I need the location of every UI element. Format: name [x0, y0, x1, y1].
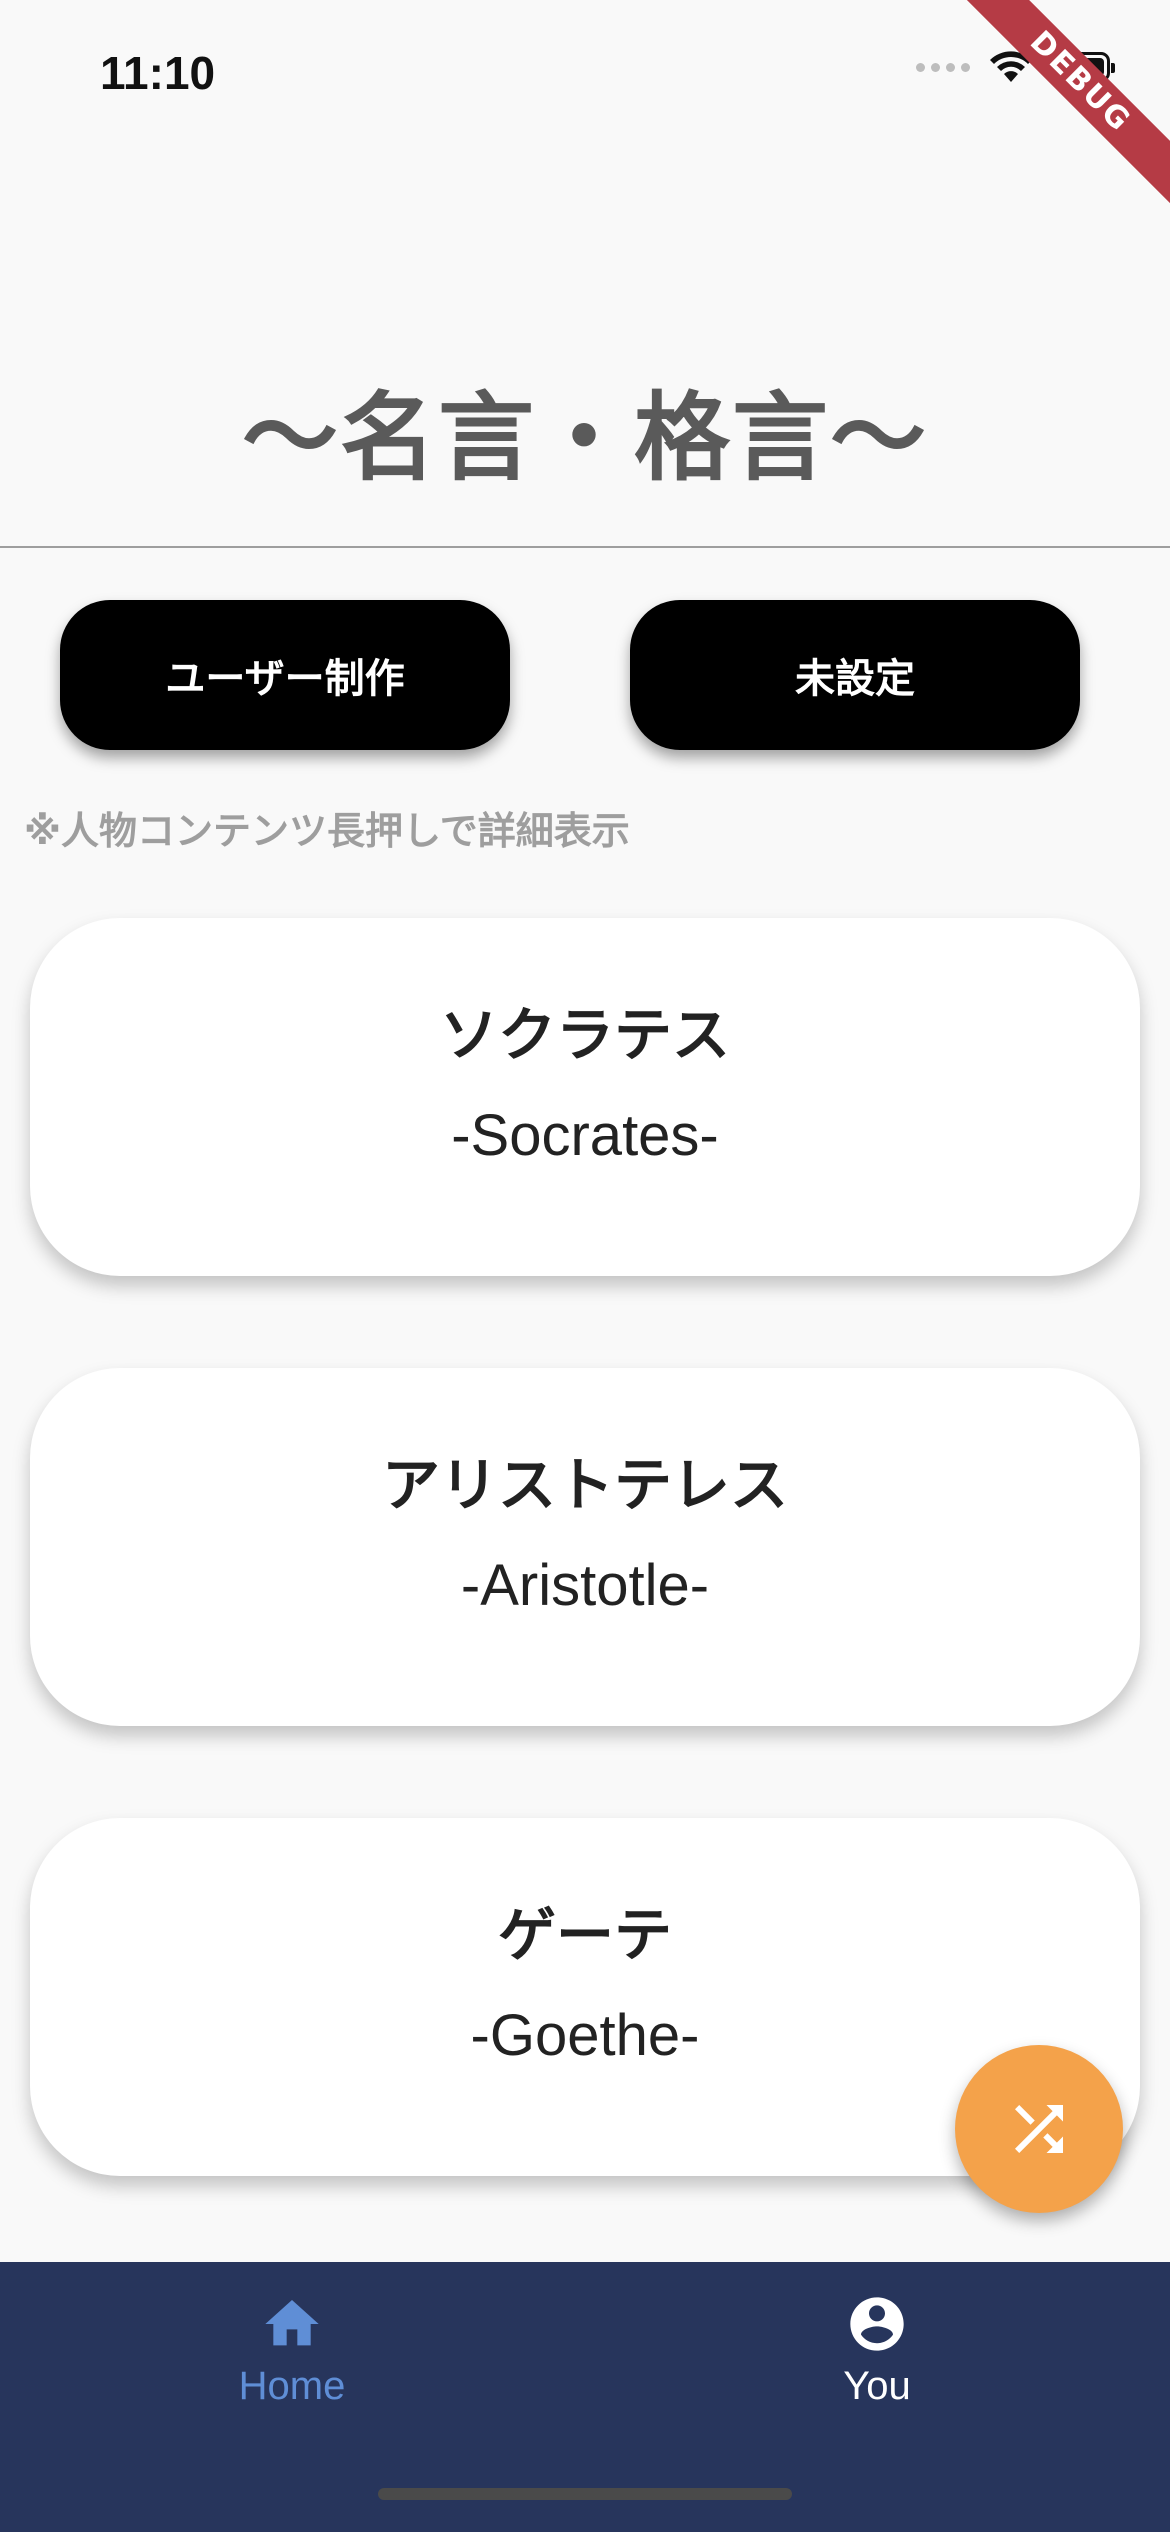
home-icon — [265, 2300, 319, 2346]
hint-text: ※人物コンテンツ長押しで詳細表示 — [24, 809, 630, 853]
nav-home[interactable]: Home — [142, 2292, 442, 2409]
debug-banner: DEBUG — [937, 0, 1170, 225]
person-card-aristotle[interactable]: アリストテレス -Aristotle- — [30, 1368, 1140, 1726]
nav-home-label: Home — [238, 2364, 346, 2408]
nav-you-label: You — [843, 2364, 911, 2408]
person-card-socrates[interactable]: ソクラテス -Socrates- — [30, 918, 1140, 1276]
shuffle-button[interactable] — [955, 2045, 1123, 2213]
shuffle-icon — [1015, 2105, 1063, 2153]
home-indicator — [378, 2488, 792, 2500]
person-name: ソクラテス — [439, 1001, 730, 1069]
user-created-button[interactable]: ユーザー制作 — [60, 600, 510, 750]
title-divider — [0, 546, 1170, 548]
status-time: 11:10 — [100, 47, 216, 99]
person-english-name: -Goethe- — [470, 2003, 700, 2068]
signal-icon — [916, 62, 970, 72]
unset-button[interactable]: 未設定 — [630, 600, 1080, 750]
app-screen: 11:10 DEBUG 〜名言・格言〜 ユーザー制作 未設定 ※人物コンテンツ長… — [0, 0, 1170, 2532]
page-title: 〜名言・格言〜 — [242, 382, 928, 494]
person-english-name: -Socrates- — [451, 1103, 719, 1168]
person-name: ゲーテ — [497, 1901, 672, 1969]
person-english-name: -Aristotle- — [460, 1553, 710, 1618]
account-circle-icon — [850, 2297, 904, 2351]
nav-you[interactable]: You — [727, 2292, 1027, 2409]
person-name: アリストテレス — [381, 1451, 788, 1519]
